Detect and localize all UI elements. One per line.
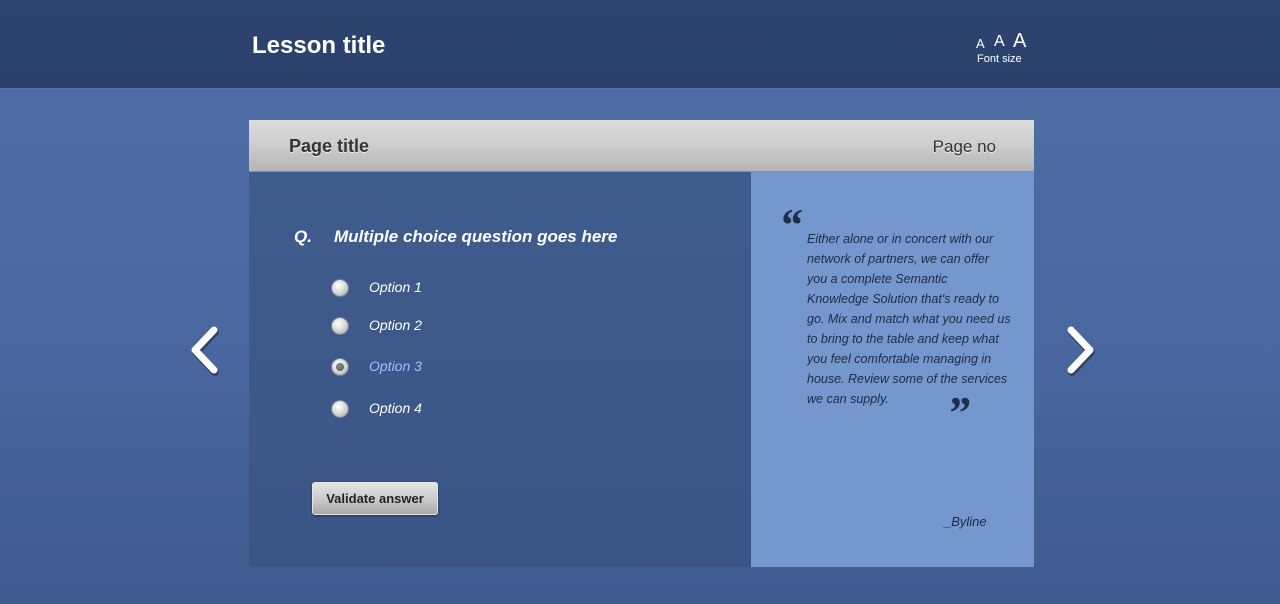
top-bar: Lesson title A A A Font size [0,0,1280,89]
option-label: Option 2 [369,317,422,333]
radio-button[interactable] [331,400,349,418]
page-header: Page title Page no [249,120,1034,172]
open-quote-icon: “ [779,199,802,250]
font-size-control: A A A Font size [976,30,1026,70]
option-label: Option 3 [369,358,422,374]
quote-panel: “ Either alone or in concert with our ne… [751,172,1034,567]
next-page-button[interactable] [1063,322,1099,378]
quote-text: Either alone or in concert with our netw… [807,232,1011,406]
chevron-left-icon [191,326,219,376]
radio-button[interactable] [331,317,349,335]
lesson-title: Lesson title [252,32,386,59]
font-size-medium-button[interactable]: A [994,33,1005,51]
font-size-label: Font size [977,53,1022,65]
option-3[interactable]: Option 3 [331,358,531,378]
question-text: Multiple choice question goes here [334,227,618,246]
close-quote-icon: ” [947,387,970,438]
option-1[interactable]: Option 1 [331,279,531,299]
option-2[interactable]: Option 2 [331,317,531,337]
page-number: Page no [932,137,996,156]
radio-button[interactable] [331,279,349,297]
option-label: Option 1 [369,279,422,295]
page-title: Page title [289,136,370,156]
option-label: Option 4 [369,400,422,416]
validate-answer-button[interactable]: Validate answer [312,482,438,515]
font-size-small-button[interactable]: A [976,36,985,51]
question-label: Q. [294,227,312,246]
previous-page-button[interactable] [186,322,222,378]
font-size-large-button[interactable]: A [1013,30,1026,53]
byline: _Byline [944,514,987,529]
lesson-panel: Page title Page no Q. Multiple choice qu… [249,120,1034,567]
question-area: Q. Multiple choice question goes here Op… [249,172,751,567]
option-4[interactable]: Option 4 [331,400,531,420]
radio-button-selected[interactable] [331,358,349,376]
chevron-right-icon [1067,326,1095,376]
